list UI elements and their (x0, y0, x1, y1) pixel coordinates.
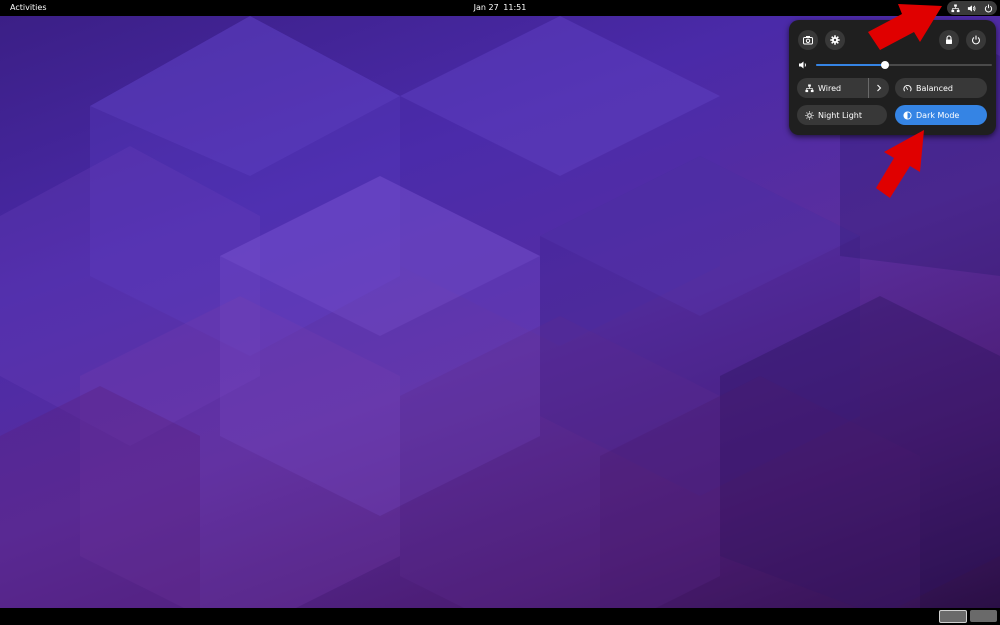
dark-mode-toggle[interactable]: Dark Mode (895, 105, 987, 125)
power-icon (971, 35, 981, 45)
wired-toggle[interactable]: Wired (797, 78, 889, 98)
volume-low-icon[interactable] (798, 60, 808, 70)
settings-button[interactable] (825, 30, 845, 50)
clock-date: Jan 27 (473, 3, 499, 12)
annotation-arrow-status-area (868, 4, 942, 50)
power-icon (985, 4, 993, 12)
screenshot-button[interactable] (798, 30, 818, 50)
power-mode-toggle-label: Balanced (916, 83, 953, 93)
wired-toggle-label: Wired (818, 83, 842, 93)
lock-icon (946, 35, 952, 44)
camera-icon (803, 36, 813, 45)
dark-mode-toggle-label: Dark Mode (916, 110, 960, 120)
volume-slider-fill (816, 64, 885, 66)
volume-icon (968, 4, 976, 12)
power-mode-toggle[interactable]: Balanced (895, 78, 987, 98)
night-light-toggle-label: Night Light (818, 110, 862, 120)
chevron-right-icon (877, 84, 882, 92)
clock[interactable]: Jan 27 11:51 (0, 3, 1000, 13)
system-status-area[interactable] (947, 1, 997, 15)
night-light-toggle[interactable]: Night Light (797, 105, 887, 125)
network-wired-icon (805, 83, 814, 92)
workspace-thumbnail-1[interactable] (939, 610, 967, 623)
volume-slider-handle[interactable] (880, 61, 889, 69)
annotation-arrow-dark-mode (876, 130, 924, 198)
volume-slider-row (798, 58, 992, 72)
bottom-bar (0, 608, 1000, 625)
top-bar: Activities Jan 27 11:51 (0, 0, 1000, 16)
clock-time: 11:51 (503, 3, 527, 12)
sun-icon (805, 110, 814, 120)
power-profile-balanced-icon (903, 84, 912, 91)
network-wired-icon (951, 3, 960, 12)
gear-icon (830, 35, 840, 45)
wired-menu-button[interactable] (868, 78, 889, 98)
power-off-button[interactable] (966, 30, 986, 50)
volume-slider[interactable] (816, 61, 992, 69)
dark-mode-icon (903, 110, 912, 120)
workspace-thumbnail-2[interactable] (970, 610, 997, 622)
desktop: Activities Jan 27 11:51 Wired Balanced N… (0, 0, 1000, 625)
